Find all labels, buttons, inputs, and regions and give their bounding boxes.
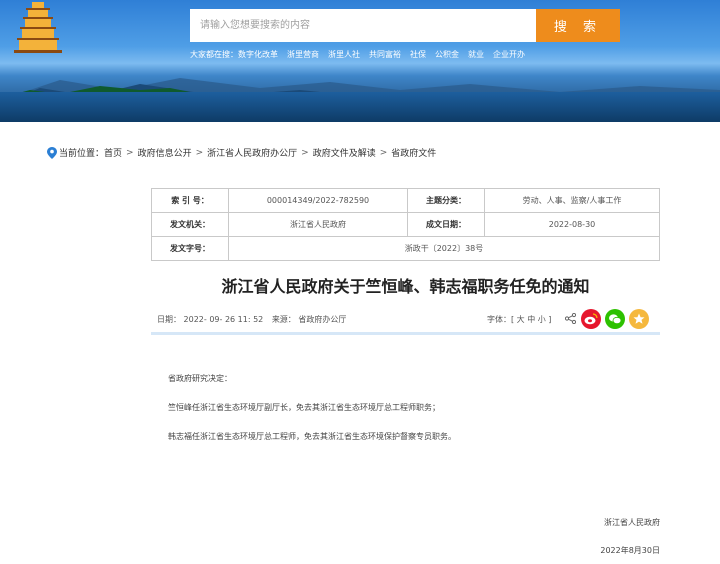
hot-search-item[interactable]: 社保 bbox=[410, 49, 426, 60]
hot-search-item[interactable]: 共同富裕 bbox=[369, 49, 401, 60]
favorite-icon[interactable] bbox=[629, 309, 649, 329]
breadcrumb-prefix: 当前位置： bbox=[59, 149, 105, 159]
hot-search-label: 大家都在搜： bbox=[190, 50, 238, 59]
breadcrumb-separator: > bbox=[301, 147, 309, 158]
article-meta-bar: 日期： 2022- 09- 26 11: 52 来源： 省政府办公厅 字体：[ … bbox=[151, 308, 660, 335]
breadcrumb-item-info-public[interactable]: 政府信息公开 bbox=[138, 146, 192, 159]
hot-search-item[interactable]: 浙里营商 bbox=[287, 49, 319, 60]
search-button[interactable]: 搜 索 bbox=[536, 9, 620, 42]
docno-value: 浙政干〔2022〕38号 bbox=[228, 236, 660, 261]
document-info-table: 索 引 号： 000014349/2022-782590 主题分类： 劳动、人事… bbox=[151, 188, 660, 261]
font-size-switcher[interactable]: 字体：[ 大 中 小 ] bbox=[487, 314, 551, 325]
breadcrumb-separator: > bbox=[195, 147, 204, 158]
weibo-icon[interactable] bbox=[581, 309, 601, 329]
sign-date: 2022年8月30日 bbox=[600, 546, 660, 555]
wechat-icon[interactable] bbox=[605, 309, 625, 329]
index-label: 索 引 号： bbox=[151, 188, 229, 213]
category-label: 主题分类： bbox=[407, 188, 485, 213]
breadcrumb-item-province-docs[interactable]: 省政府文件 bbox=[391, 146, 436, 159]
breadcrumb-item-documents[interactable]: 政府文件及解读 bbox=[313, 146, 376, 159]
hot-search-item[interactable]: 数字化改革 bbox=[238, 49, 278, 60]
page-title: 浙江省人民政府关于竺恒峰、韩志福职务任免的通知 bbox=[221, 277, 590, 296]
hot-search-item[interactable]: 就业 bbox=[468, 49, 484, 60]
breadcrumb-separator: > bbox=[126, 147, 134, 158]
table-row: 发文机关： 浙江省人民政府 成文日期： 2022-08-30 bbox=[151, 212, 660, 237]
paragraph-appointment-2: 韩志福任浙江省生态环境厅总工程师，免去其浙江省生态环境保护督察专员职务。 bbox=[168, 432, 456, 441]
breadcrumb-item-office[interactable]: 浙江省人民政府办公厅 bbox=[207, 146, 297, 159]
source: 来源： 省政府办公厅 bbox=[271, 315, 347, 324]
hot-search-item[interactable]: 浙里人社 bbox=[328, 49, 360, 60]
date-value: 2022-08-30 bbox=[484, 212, 660, 237]
table-row: 发文字号： 浙政干〔2022〕38号 bbox=[151, 236, 660, 261]
signature: 浙江省人民政府 bbox=[604, 518, 660, 527]
breadcrumb-item-home[interactable]: 首页 bbox=[104, 146, 122, 159]
paragraph-appointment-1: 竺恒峰任浙江省生态环境厅副厅长，免去其浙江省生态环境厅总工程师职务； bbox=[168, 403, 440, 412]
table-row: 索 引 号： 000014349/2022-782590 主题分类： 劳动、人事… bbox=[151, 188, 660, 213]
hot-search-item[interactable]: 公积金 bbox=[435, 49, 459, 60]
breadcrumb: 当前位置： 首页 > 政府信息公开 > 浙江省人民政府办公厅 > 政府文件及解读… bbox=[47, 146, 436, 159]
date-label: 成文日期： bbox=[407, 212, 485, 237]
hot-search-item[interactable]: 企业开办 bbox=[493, 49, 525, 60]
location-pin-icon bbox=[47, 146, 57, 159]
search-input[interactable] bbox=[190, 9, 536, 42]
share-icon[interactable] bbox=[565, 313, 576, 324]
docno-label: 发文字号： bbox=[151, 236, 229, 261]
issuer-label: 发文机关： bbox=[151, 212, 229, 237]
issuer-value: 浙江省人民政府 bbox=[228, 212, 408, 237]
header-banner: 搜 索 大家都在搜： 数字化改革 浙里营商 浙里人社 共同富裕 社保 公积金 就… bbox=[0, 0, 720, 122]
index-value: 000014349/2022-782590 bbox=[228, 188, 408, 213]
hot-search-bar: 大家都在搜： 数字化改革 浙里营商 浙里人社 共同富裕 社保 公积金 就业 企业… bbox=[190, 49, 525, 60]
publish-date: 日期： 2022- 09- 26 11: 52 bbox=[157, 315, 264, 324]
lake-water bbox=[0, 92, 720, 122]
paragraph-intro: 省政府研究决定： bbox=[168, 374, 232, 383]
pagoda-image bbox=[14, 2, 62, 53]
category-value: 劳动、人事、监察/人事工作 bbox=[484, 188, 660, 213]
breadcrumb-separator: > bbox=[379, 147, 388, 158]
